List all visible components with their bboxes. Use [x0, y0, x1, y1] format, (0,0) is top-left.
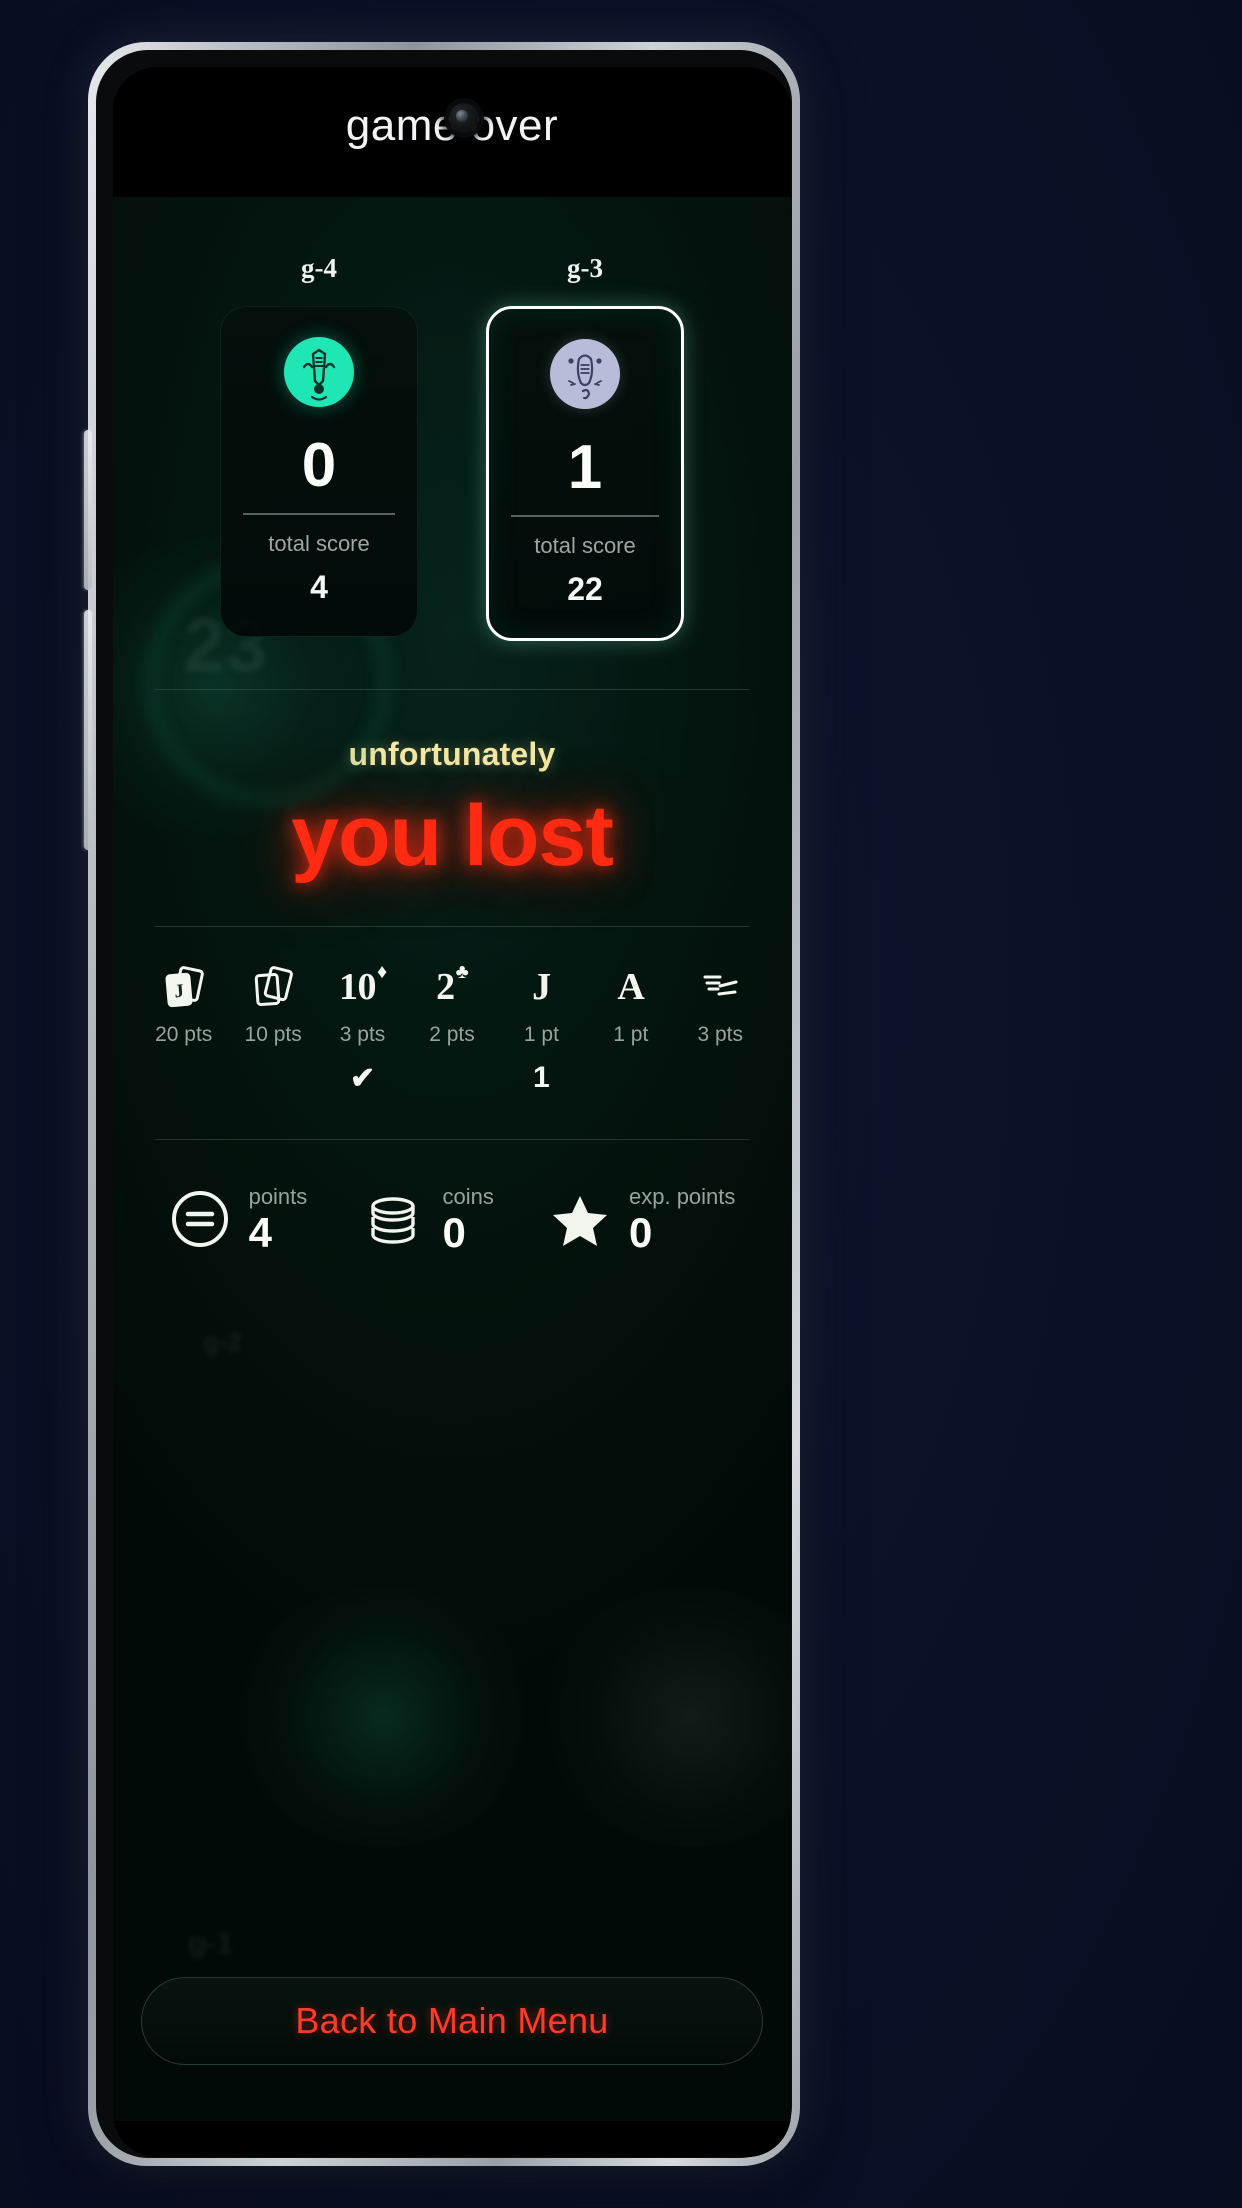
- reward-text: exp. points 0: [629, 1184, 735, 1254]
- player-round-score: 0: [301, 431, 337, 500]
- card-rank-icon: A: [586, 961, 675, 1013]
- volume-button[interactable]: [84, 430, 92, 590]
- avatar-face-lilac-icon: [550, 339, 620, 409]
- suit-club-icon: ♣: [455, 961, 469, 983]
- legend-points: 20 pts: [155, 1022, 213, 1046]
- rewards-row: points 4 coins 0 exp. points 0: [113, 1140, 791, 1254]
- ambient-glow-right: [541, 1587, 791, 1847]
- legend-mark: [228, 1061, 317, 1103]
- player-total-score: 22: [567, 570, 603, 607]
- legend-points: 3 pts: [339, 1022, 386, 1046]
- avatar-face-teal-icon: [284, 337, 354, 407]
- points-equals-circle-icon: [169, 1188, 231, 1250]
- reward-value: 4: [248, 1208, 272, 1256]
- player-name: g-4: [301, 253, 337, 283]
- system-nav-strip: [113, 2121, 791, 2157]
- phone-bezel: game over 23 g-2 g-1 g-4 0 total score 4…: [96, 50, 792, 2158]
- legend-item-two-clubs: 2 ♣ 2 pts: [407, 961, 496, 1047]
- card-rank-icon: 10 ♦: [318, 961, 407, 1013]
- player-name: g-3: [567, 253, 603, 283]
- coin-stack-icon: [362, 1188, 424, 1250]
- result-headline: you lost: [291, 787, 614, 884]
- reward-label: coins: [442, 1183, 494, 1209]
- total-score-label: total score: [534, 532, 636, 558]
- legend-mark: [586, 1061, 675, 1103]
- background-ghost-number: g-2: [203, 1327, 242, 1357]
- card-rank-label: J: [532, 965, 551, 1008]
- stacked-lines-icon: [676, 961, 765, 1013]
- reward-text: coins 0: [442, 1184, 493, 1254]
- card-rank-label: 10: [338, 965, 377, 1008]
- legend-mark: [407, 1061, 496, 1103]
- legend-points: 2 pts: [429, 1022, 475, 1046]
- ambient-glow-middle: [233, 1587, 533, 1847]
- player-score-card[interactable]: 0 total score 4: [220, 306, 418, 637]
- score-divider: [243, 513, 395, 515]
- card-rank-label: 2: [436, 965, 455, 1008]
- reward-coins: coins 0: [362, 1184, 494, 1254]
- legend-mark-count: 1: [533, 1060, 550, 1094]
- result-subtitle: unfortunately: [348, 735, 556, 772]
- card-rank-icon: 2 ♣: [407, 961, 496, 1013]
- legend-points: 3 pts: [697, 1022, 743, 1046]
- player-score-card-active[interactable]: 1 total score 22: [486, 306, 684, 641]
- legend-mark: [139, 1061, 228, 1103]
- legend-points: 1 pt: [523, 1022, 559, 1046]
- total-score-label: total score: [268, 530, 370, 556]
- legend-item-stack: 3 pts: [676, 961, 765, 1047]
- legend-points: 10 pts: [244, 1022, 302, 1046]
- phone-screen: game over 23 g-2 g-1 g-4 0 total score 4…: [113, 67, 791, 2157]
- player-scoreboard: g-4 0 total score 4 g-3 1 total score 22: [113, 197, 791, 641]
- player-column-g3: g-3 1 total score 22: [486, 253, 684, 641]
- background-ghost-number: g-1: [188, 1927, 233, 1960]
- reward-value: 0: [629, 1208, 653, 1256]
- legend-item-ten-diamonds: 10 ♦ 3 pts: [318, 961, 407, 1047]
- reward-text: points 4: [249, 1184, 308, 1254]
- reward-label: points: [248, 1183, 308, 1209]
- legend-points: 1 pt: [613, 1022, 649, 1046]
- result-banner: unfortunately you lost: [113, 690, 791, 926]
- power-button[interactable]: [84, 610, 92, 850]
- star-icon: [549, 1188, 611, 1250]
- legend-item-ace: A 1 pt: [586, 961, 675, 1047]
- legend-item-jack-pair: J 20 pts: [139, 961, 228, 1047]
- legend-item-jack: J 1 pt: [497, 961, 586, 1047]
- two-cards-blank-icon: [228, 961, 317, 1013]
- reward-value: 0: [442, 1208, 466, 1256]
- phone-device-frame: game over 23 g-2 g-1 g-4 0 total score 4…: [88, 42, 800, 2166]
- player-round-score: 1: [567, 433, 603, 502]
- reward-points: points 4: [169, 1184, 308, 1254]
- suit-diamond-icon: ♦: [376, 961, 388, 983]
- reward-label: exp. points: [629, 1183, 736, 1209]
- reward-exp-points: exp. points 0: [549, 1184, 735, 1254]
- two-cards-jack-icon: J: [139, 961, 228, 1013]
- legend-mark-check: ✔: [349, 1061, 376, 1095]
- front-camera-cutout-icon: [449, 103, 479, 133]
- screenshot-root: game over 23 g-2 g-1 g-4 0 total score 4…: [0, 0, 1242, 2208]
- score-divider: [511, 515, 659, 517]
- card-rank-icon: J: [497, 961, 586, 1013]
- screen-content: 23 g-2 g-1 g-4 0 total score 4 g-3 1 tot…: [113, 197, 791, 2157]
- card-rank-label: A: [617, 965, 645, 1008]
- svg-text:J: J: [173, 980, 184, 1002]
- camera-lens: [456, 110, 468, 122]
- player-total-score: 4: [310, 568, 328, 605]
- game-over-screen: game over 23 g-2 g-1 g-4 0 total score 4…: [113, 67, 791, 2157]
- scoring-legend: J 20 pts 10 pts 10 ♦ 3 pts 2 ♣ 2 pts J 1…: [113, 927, 791, 1047]
- legend-marks-row: ✔ 1: [113, 1047, 791, 1103]
- back-to-main-menu-button[interactable]: Back to Main Menu: [141, 1977, 763, 2065]
- title-bar: game over: [113, 67, 791, 197]
- player-column-g4: g-4 0 total score 4: [220, 253, 418, 641]
- legend-mark: [676, 1061, 765, 1103]
- legend-item-card-pair: 10 pts: [228, 961, 317, 1047]
